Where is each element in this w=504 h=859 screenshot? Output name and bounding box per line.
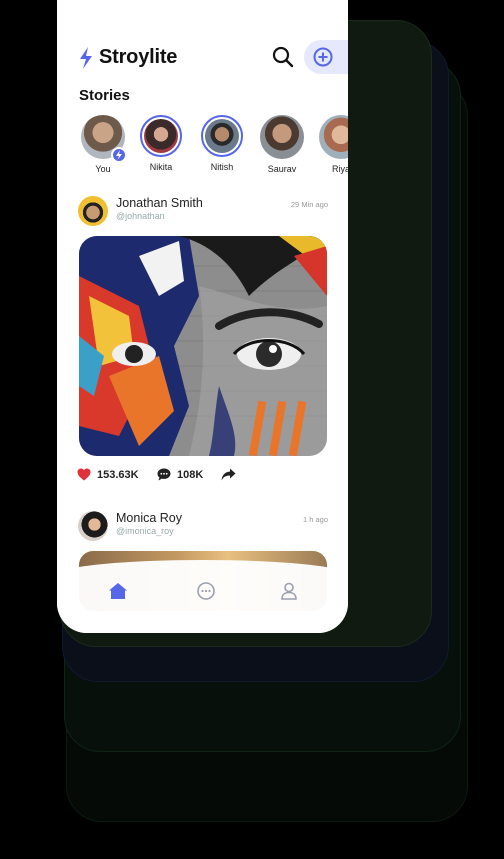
post-author[interactable]: Jonathan Smith (116, 196, 203, 210)
comment-icon (157, 468, 171, 481)
phone-screen: Stroylite Stories You Nikita Nitish Saur… (57, 0, 348, 633)
share-icon (221, 468, 236, 481)
chat-icon[interactable] (195, 580, 217, 602)
avatar[interactable] (78, 196, 108, 226)
plus-circle-icon (313, 47, 333, 67)
bolt-badge-icon (111, 147, 127, 163)
story-you[interactable]: You (78, 115, 128, 174)
stories-heading: Stories (79, 87, 130, 104)
post-handle: @imonica_roy (116, 526, 174, 536)
like-count: 153.63K (97, 468, 139, 481)
post-actions: 153.63K 108K (77, 468, 337, 488)
bottom-nav (57, 560, 348, 633)
story-nikita[interactable]: Nikita (136, 115, 186, 172)
like-button[interactable]: 153.63K (77, 468, 139, 481)
story-name: You (95, 164, 111, 174)
post-author[interactable]: Monica Roy (116, 511, 182, 525)
stories-row: You Nikita Nitish Saurav Riya (78, 115, 348, 185)
comment-button[interactable]: 108K (157, 468, 203, 481)
story-saurav[interactable]: Saurav (257, 115, 307, 174)
story-nitish[interactable]: Nitish (197, 115, 247, 172)
home-icon[interactable] (107, 580, 129, 602)
comment-count: 108K (177, 468, 204, 481)
post-time: 29 Min ago (290, 200, 328, 209)
post-handle: @johnathan (116, 211, 165, 221)
app-header: Stroylite (57, 40, 348, 80)
story-name: Riya (331, 164, 348, 174)
story-riya[interactable]: Riya (316, 115, 348, 174)
story-name: Saurav (267, 164, 297, 174)
heart-icon (77, 468, 91, 481)
bolt-icon (80, 47, 92, 69)
post-image[interactable] (79, 236, 327, 456)
post-header: Monica Roy @imonica_roy 1 h ago (78, 511, 338, 545)
story-name: Nikita (149, 162, 173, 172)
add-story-button[interactable] (304, 40, 348, 74)
avatar[interactable] (78, 511, 108, 541)
avatar (81, 115, 127, 163)
avatar (140, 115, 182, 157)
post-header: Jonathan Smith @johnathan 29 Min ago (78, 196, 338, 230)
avatar (201, 115, 243, 157)
profile-icon[interactable] (278, 580, 300, 602)
share-button[interactable] (221, 468, 236, 481)
search-icon[interactable] (272, 46, 294, 68)
app-title: Stroylite (99, 46, 178, 68)
post-time: 1 h ago (302, 515, 328, 524)
avatar (319, 115, 348, 159)
avatar (260, 115, 304, 159)
story-name: Nitish (210, 162, 234, 172)
